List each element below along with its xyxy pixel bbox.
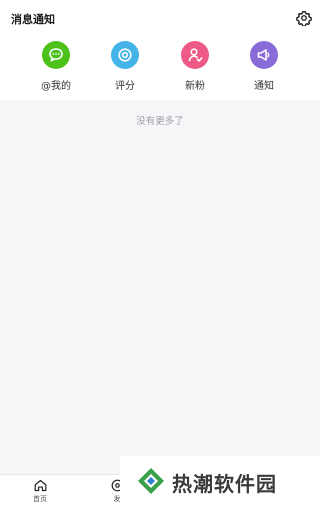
empty-state-text: 没有更多了 bbox=[136, 116, 184, 127]
rating-target-icon bbox=[111, 41, 139, 69]
tab-label: 首页 bbox=[33, 495, 47, 503]
megaphone-icon bbox=[250, 41, 278, 69]
category-at-me[interactable]: @我的 bbox=[24, 41, 88, 93]
category-new-fans[interactable]: 新粉 bbox=[163, 41, 227, 93]
home-icon bbox=[34, 479, 46, 492]
gear-icon[interactable] bbox=[296, 10, 312, 27]
chat-bubble-icon bbox=[42, 41, 70, 69]
category-label: 评分 bbox=[115, 81, 135, 92]
diamond-logo bbox=[138, 468, 164, 494]
page-title: 消息通知 bbox=[11, 13, 55, 26]
category-label: 新粉 bbox=[185, 81, 205, 92]
category-label: 通知 bbox=[254, 81, 274, 92]
category-notices[interactable]: 通知 bbox=[232, 41, 296, 93]
tab-home[interactable]: 首页 bbox=[20, 478, 60, 504]
watermark: 热潮软件园 bbox=[120, 456, 320, 507]
new-follower-icon bbox=[181, 41, 209, 69]
watermark-text: 热潮软件园 bbox=[172, 472, 277, 496]
category-label: @我的 bbox=[41, 81, 71, 92]
category-rating[interactable]: 评分 bbox=[93, 41, 157, 93]
header: 消息通知 @我的 评分 新粉 通知 bbox=[0, 0, 320, 100]
